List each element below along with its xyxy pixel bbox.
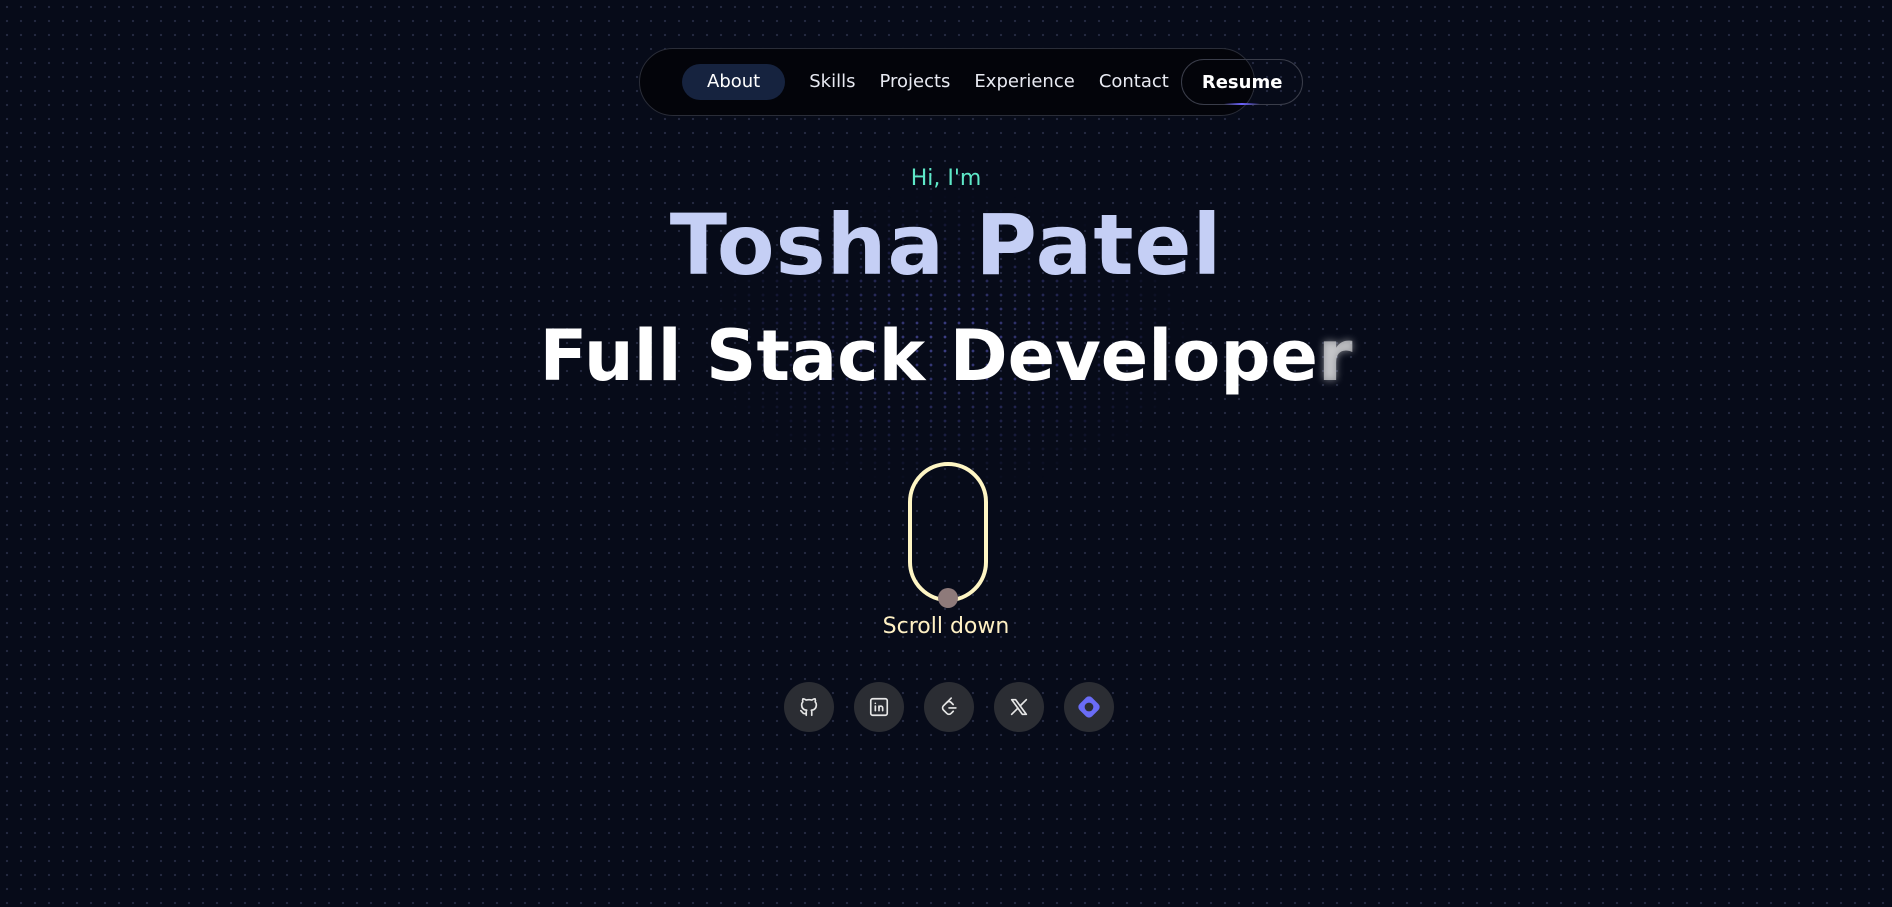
hero-role-text: Full Stack Develope: [539, 315, 1318, 397]
github-link[interactable]: [784, 682, 834, 732]
hero-role-typing-char: r: [1317, 315, 1353, 397]
nav-item-contact[interactable]: Contact: [1087, 64, 1181, 100]
top-navigation: About Skills Projects Experience Contact…: [639, 48, 1304, 116]
social-links: [784, 682, 1114, 732]
hero-role: Full Stack Developer: [0, 315, 1892, 397]
nav-item-about[interactable]: About: [682, 64, 786, 102]
x-icon: [1010, 698, 1028, 716]
x-link[interactable]: [994, 682, 1044, 732]
leetcode-link[interactable]: [924, 682, 974, 732]
github-icon: [799, 697, 818, 717]
nav-item-experience[interactable]: Experience: [962, 64, 1086, 100]
nav-item-skills[interactable]: Skills: [797, 64, 867, 100]
hashnode-icon: [1078, 696, 1100, 718]
scroll-indicator-dot: [938, 588, 958, 608]
hero-name: Tosha Patel: [669, 196, 1223, 294]
nav-item-projects[interactable]: Projects: [867, 64, 962, 100]
scroll-down-label: Scroll down: [882, 614, 1010, 639]
hashnode-link[interactable]: [1064, 682, 1114, 732]
leetcode-icon: [941, 697, 957, 716]
resume-button[interactable]: Resume: [1180, 59, 1304, 105]
hero-greeting: Hi, I'm: [910, 166, 982, 191]
linkedin-icon: [869, 697, 889, 717]
linkedin-link[interactable]: [854, 682, 904, 732]
scroll-mouse-icon[interactable]: [908, 462, 988, 602]
